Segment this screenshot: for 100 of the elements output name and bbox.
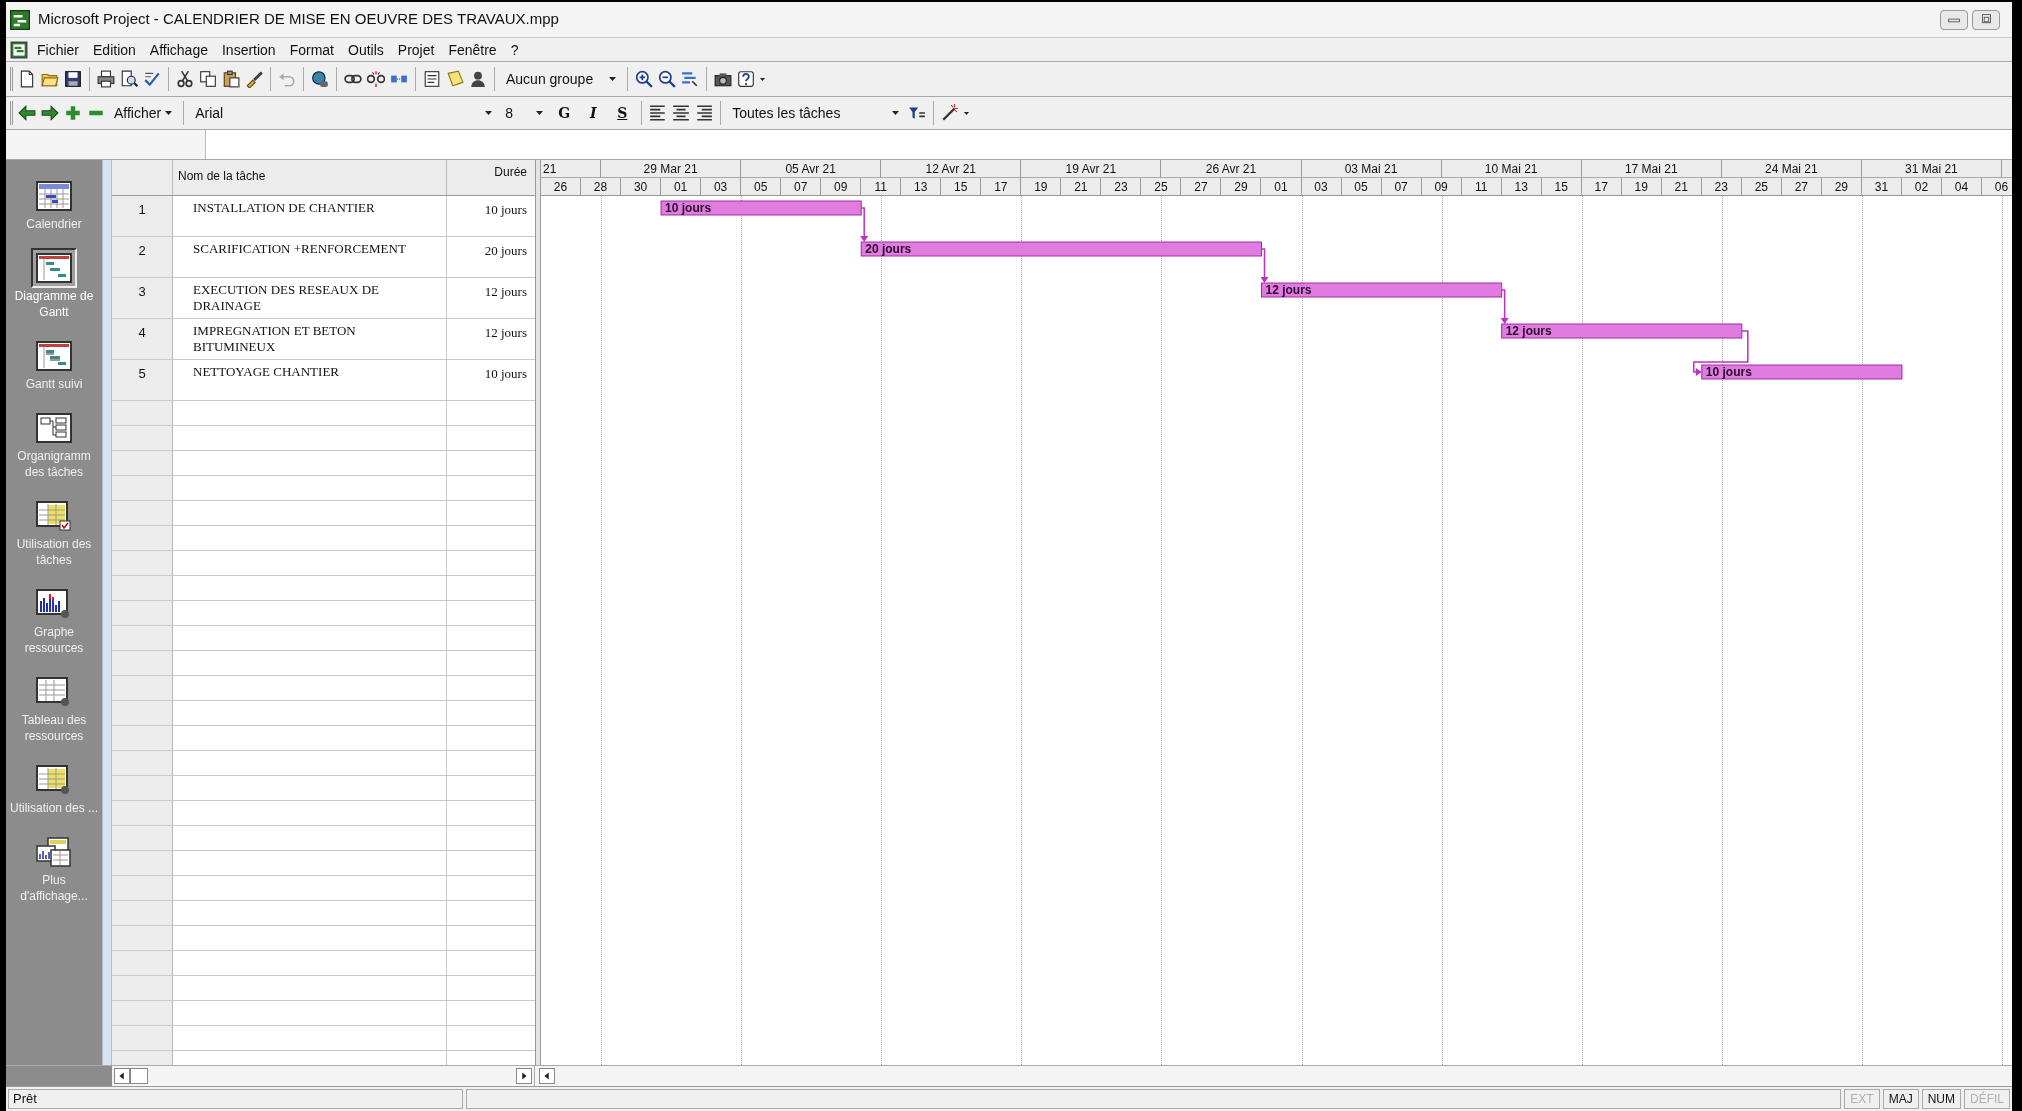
timescale-label: 17 — [1594, 179, 1608, 196]
new-file-icon[interactable] — [18, 70, 36, 88]
timescale-label: 05 Avr 21 — [785, 161, 836, 178]
menu-item[interactable]: Outils — [343, 39, 389, 60]
caret-icon[interactable] — [165, 111, 173, 115]
minimize-icon[interactable] — [1940, 9, 1968, 30]
scroll-right-icon[interactable] — [516, 1068, 532, 1084]
scroll-left-icon[interactable] — [114, 1068, 130, 1084]
filter-dropdown[interactable]: Toutes les tâches — [728, 101, 904, 125]
calendar-icon[interactable] — [36, 181, 72, 211]
arrow-right-icon[interactable] — [41, 104, 59, 122]
horizontal-scrollbar[interactable] — [112, 1066, 535, 1086]
globe-icon[interactable] — [311, 70, 329, 88]
spelling-check-icon[interactable] — [143, 70, 161, 88]
caret-icon[interactable] — [485, 111, 493, 115]
app-icon[interactable] — [10, 9, 30, 30]
menu-item[interactable]: Edition — [88, 39, 141, 60]
timescale-label: 12 Avr 21 — [925, 161, 976, 178]
bold-button[interactable]: G — [552, 102, 577, 124]
cut-icon[interactable] — [176, 70, 194, 88]
timescale-label: 01 — [673, 179, 688, 196]
organization-chart-icon[interactable] — [36, 413, 72, 443]
align-right-icon[interactable] — [695, 104, 714, 122]
row-number[interactable]: 5 — [112, 360, 173, 400]
italic-button[interactable]: I — [581, 102, 606, 124]
column-header[interactable]: Durée — [494, 163, 527, 195]
timescale-label: 03 Mai 21 — [1344, 161, 1398, 178]
gantt-chart-icon[interactable] — [36, 341, 72, 371]
gantt-chart-icon[interactable] — [36, 253, 72, 283]
zoom-in-icon[interactable] — [635, 70, 653, 88]
row-number[interactable]: 4 — [112, 319, 173, 359]
restore-icon[interactable] — [1972, 9, 2000, 30]
arrow-left-icon[interactable] — [18, 104, 36, 122]
paste-icon[interactable] — [222, 70, 240, 88]
save-icon[interactable] — [64, 70, 82, 88]
bar-label: 20 jours — [865, 242, 912, 256]
timescale-label: 24 Mai 21 — [1764, 161, 1818, 178]
task-name: NETTOYAGE CHANTIER — [193, 364, 340, 380]
task-info-icon[interactable] — [423, 70, 441, 88]
status-message: Prêt — [13, 1090, 37, 1109]
row-number[interactable]: 3 — [112, 278, 173, 318]
scroll-thumb[interactable] — [130, 1068, 148, 1084]
toolbar-grip[interactable] — [10, 101, 13, 125]
task-duration: 12 jours — [484, 324, 527, 342]
timescale-label: 21 — [1674, 179, 1688, 196]
group-dropdown[interactable]: Aucun groupe — [502, 67, 620, 91]
menu-item[interactable]: Fichier — [32, 39, 84, 60]
show-menu[interactable]: Afficher — [110, 102, 177, 124]
task-name: IMPREGNATION ET BETON BITUMINEUX — [193, 323, 357, 355]
timescale-label: 11 — [1474, 179, 1488, 196]
toolbar-options-icon[interactable] — [760, 77, 765, 81]
menu-item[interactable]: Affichage — [144, 39, 213, 60]
copy-icon[interactable] — [199, 70, 217, 88]
menu-item[interactable]: Insertion — [216, 39, 281, 60]
brush-icon[interactable] — [245, 70, 263, 88]
timescale-label: 25 — [1754, 179, 1768, 196]
printer-icon[interactable] — [97, 70, 115, 88]
caret-icon[interactable] — [536, 111, 544, 115]
status-indicator: MAJ — [1882, 1089, 1919, 1109]
align-center-icon[interactable] — [672, 104, 691, 122]
timescale-label: 04 — [1954, 179, 1969, 196]
menu-item[interactable]: Projet — [392, 39, 440, 60]
row-number[interactable]: 2 — [112, 237, 173, 277]
timescale-label: 29 Mar 21 — [643, 161, 698, 178]
menu-item[interactable]: ? — [505, 39, 524, 60]
status-indicator: EXT — [1844, 1089, 1880, 1109]
timescale-label: 21 — [1074, 179, 1088, 196]
font-size-dropdown[interactable]: 8 — [501, 101, 548, 125]
timescale-label: 17 — [994, 179, 1008, 196]
column-header[interactable]: Nom de la tâche — [178, 169, 266, 183]
menu-item[interactable]: Fenêtre — [443, 39, 502, 60]
toolbar-options-icon[interactable] — [964, 111, 970, 115]
timescale-label: 05 — [1354, 179, 1368, 196]
toolbar-grip[interactable] — [10, 67, 13, 91]
menu-item[interactable]: Format — [284, 39, 339, 60]
timescale-label: 19 — [1634, 179, 1648, 196]
help-icon[interactable] — [737, 70, 755, 88]
go-to-task-icon[interactable] — [681, 70, 699, 88]
camera-icon[interactable] — [714, 70, 732, 88]
person-icon[interactable] — [469, 70, 487, 88]
windows-icon[interactable] — [36, 837, 72, 867]
horizontal-scrollbar[interactable] — [535, 1066, 2012, 1086]
font-dropdown[interactable]: Arial — [191, 101, 497, 125]
row-number[interactable]: 1 — [112, 196, 173, 236]
unlink-icon[interactable] — [367, 70, 385, 88]
document-icon[interactable] — [10, 40, 28, 59]
zoom-out-icon[interactable] — [658, 70, 676, 88]
plus-icon[interactable] — [64, 104, 82, 122]
bar-label: 12 jours — [1505, 324, 1552, 338]
caret-icon[interactable] — [609, 77, 616, 81]
wand-icon[interactable] — [941, 104, 960, 122]
task-name: SCARIFICATION +RENFORCEMENT — [193, 241, 407, 257]
scroll-left-icon[interactable] — [539, 1068, 555, 1084]
timescale-label: 29 — [1834, 179, 1849, 196]
underline-button[interactable]: S — [610, 102, 635, 124]
print-preview-icon[interactable] — [120, 70, 138, 88]
note-icon[interactable] — [446, 70, 464, 88]
caret-icon[interactable] — [892, 111, 900, 115]
status-indicator: DÉFIL — [1964, 1089, 2010, 1109]
align-left-icon[interactable] — [649, 104, 668, 122]
